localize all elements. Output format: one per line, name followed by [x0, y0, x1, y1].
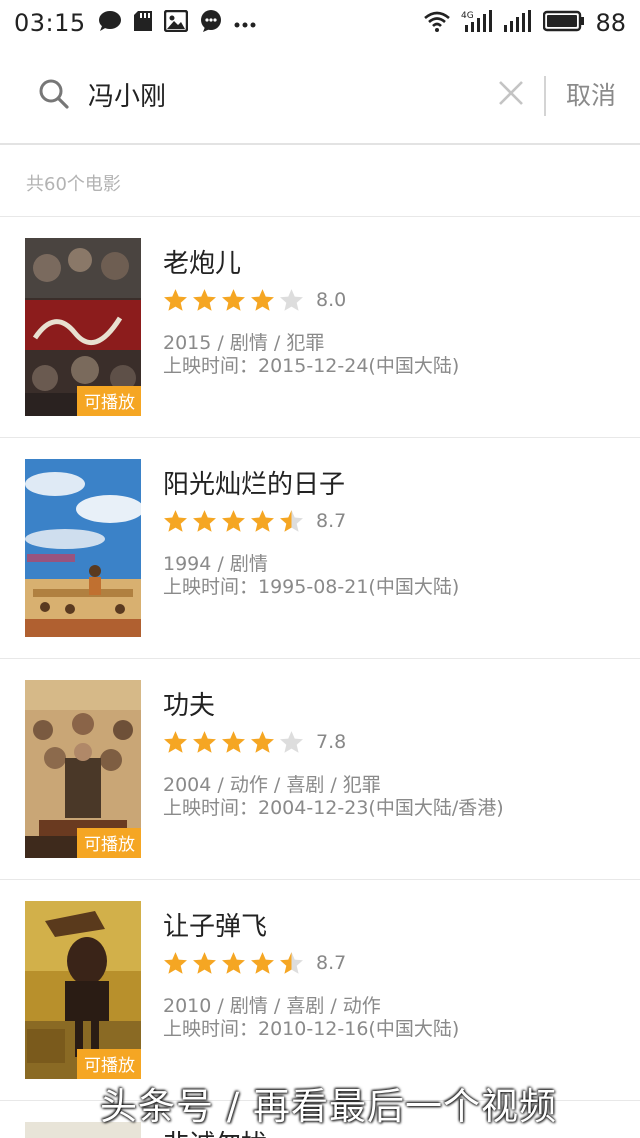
star-icon: [164, 510, 187, 532]
star-icon: [280, 952, 303, 974]
play-badge: 可播放: [77, 828, 141, 858]
rating-value: 7.8: [316, 731, 347, 753]
movie-title: 让子弹飞: [163, 912, 268, 942]
movie-poster[interactable]: 可播放: [25, 901, 141, 1079]
cancel-button[interactable]: 取消: [566, 76, 616, 112]
star-icon: [222, 289, 245, 311]
rating-value: 8.7: [316, 510, 347, 532]
svg-text:4G: 4G: [461, 11, 474, 21]
result-count: 共60个电影: [26, 174, 121, 195]
search-bar: 冯小刚 取消: [0, 46, 640, 145]
rating-value: 8.0: [316, 289, 347, 311]
movie-item[interactable]: 可播放 老炮儿 8.0 2015 / 剧情 / 犯罪 上映时间：2015-12-…: [0, 217, 640, 438]
star-icon: [280, 289, 303, 311]
system-icons: 4G 88: [423, 9, 626, 37]
play-badge: 可播放: [77, 386, 141, 416]
star-icon: [251, 731, 274, 753]
star-rating: [163, 288, 308, 312]
battery-icon: [543, 10, 585, 36]
star-icon: [280, 731, 303, 753]
movie-poster[interactable]: [25, 459, 141, 637]
play-badge: 可播放: [77, 1049, 141, 1079]
star-icon: [164, 952, 187, 974]
status-bar: 03:15 4G 88: [0, 0, 640, 46]
star-icon: [164, 731, 187, 753]
movie-title: 阳光灿烂的日子: [163, 470, 346, 500]
cellular-4g-icon: 4G: [461, 9, 493, 37]
star-icon: [251, 510, 274, 532]
status-time: 03:15: [14, 9, 86, 37]
star-rating: [163, 509, 308, 533]
movie-list: 可播放 老炮儿 8.0 2015 / 剧情 / 犯罪 上映时间：2015-12-…: [0, 217, 640, 1101]
movie-release-date: 上映时间：2004-12-23(中国大陆/香港): [163, 797, 504, 819]
star-icon: [251, 289, 274, 311]
more-icon: [234, 14, 256, 33]
movie-release-date: 上映时间：1995-08-21(中国大陆): [163, 576, 460, 598]
star-icon: [222, 510, 245, 532]
movie-release-date: 上映时间：2015-12-24(中国大陆): [163, 355, 460, 377]
rating-row: 8.7: [163, 951, 346, 975]
star-icon: [193, 952, 216, 974]
movie-title: 功夫: [163, 691, 216, 721]
signal-icon: [503, 10, 533, 36]
movie-release-date: 上映时间：2010-12-16(中国大陆): [163, 1018, 460, 1040]
clear-search-icon[interactable]: [498, 80, 524, 106]
star-rating: [163, 730, 308, 754]
notification-icons: [98, 9, 256, 37]
search-icon: [38, 78, 70, 110]
battery-level: 88: [595, 9, 626, 37]
star-icon: [193, 731, 216, 753]
rating-row: 8.7: [163, 509, 346, 533]
star-icon: [193, 510, 216, 532]
rating-value: 8.7: [316, 952, 347, 974]
chat-icon: [98, 10, 122, 36]
movie-item[interactable]: 可播放 让子弹飞 8.7 2010 / 剧情 / 喜剧 / 动作 上映时间：20…: [0, 880, 640, 1101]
message-icon: [199, 9, 223, 37]
movie-poster[interactable]: 可播放: [25, 238, 141, 416]
star-icon: [280, 510, 303, 532]
movie-poster[interactable]: 可播放: [25, 680, 141, 858]
watermark: 头条号 / 再看最后一个视频: [100, 1085, 557, 1128]
star-icon: [164, 289, 187, 311]
star-icon: [222, 731, 245, 753]
star-icon: [193, 289, 216, 311]
star-icon: [251, 952, 274, 974]
wifi-icon: [423, 10, 451, 36]
movie-item[interactable]: 阳光灿烂的日子 8.7 1994 / 剧情 上映时间：1995-08-21(中国…: [0, 438, 640, 659]
star-rating: [163, 951, 308, 975]
sd-card-icon: [133, 10, 153, 36]
rating-row: 7.8: [163, 730, 346, 754]
rating-row: 8.0: [163, 288, 346, 312]
search-divider: [544, 76, 546, 116]
movie-item[interactable]: 可播放 功夫 7.8 2004 / 动作 / 喜剧 / 犯罪 上映时间：2004…: [0, 659, 640, 880]
image-icon: [163, 9, 188, 36]
search-input[interactable]: 冯小刚: [88, 76, 166, 113]
movie-title: 老炮儿: [163, 249, 242, 279]
star-icon: [222, 952, 245, 974]
